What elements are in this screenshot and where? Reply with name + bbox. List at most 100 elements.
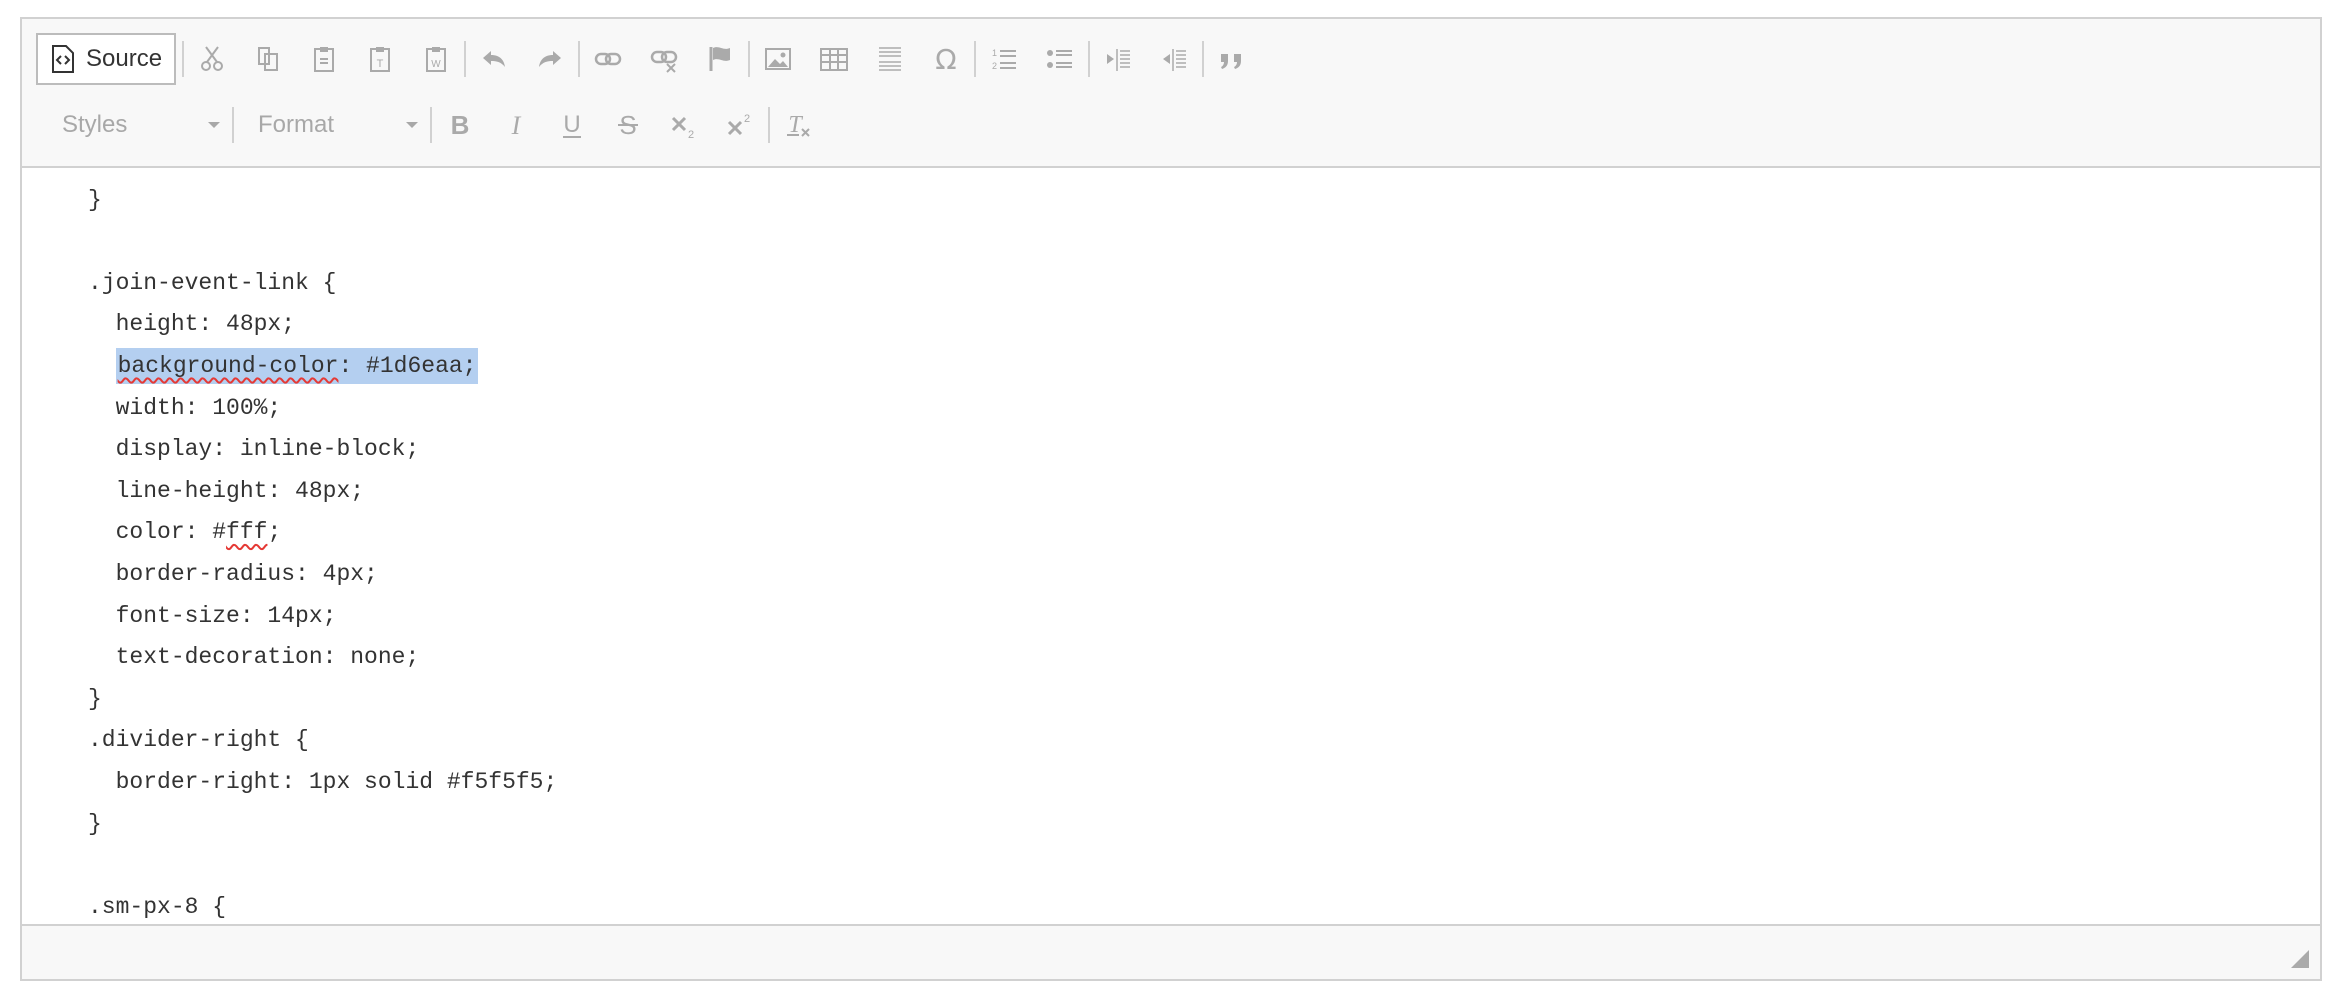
code-line: text-decoration: none; — [88, 644, 420, 671]
horizontal-line-icon — [879, 47, 902, 71]
source-editing-area[interactable]: text-decoration: none;} .join-event-link … — [22, 168, 2320, 928]
source-button[interactable]: Source — [36, 33, 177, 85]
image-button[interactable] — [750, 33, 806, 85]
code-line: text-decoration: none; — [88, 168, 2320, 180]
underline-icon: U — [563, 111, 581, 138]
paste-word-button[interactable]: W — [408, 33, 464, 85]
increase-indent-button[interactable] — [1146, 33, 1202, 85]
copy-button[interactable] — [240, 33, 296, 85]
source-code: text-decoration: none;} .join-event-link … — [22, 168, 2320, 928]
svg-text:2: 2 — [688, 129, 694, 140]
code-line: display: inline-block; — [88, 436, 420, 463]
bulleted-list-button[interactable] — [1032, 33, 1088, 85]
table-button[interactable] — [806, 33, 862, 85]
decrease-indent-button[interactable] — [1090, 33, 1146, 85]
misspelled-word[interactable]: fff — [226, 519, 267, 545]
italic-button[interactable]: I — [488, 99, 544, 151]
code-line: border-right: 1px solid #f5f5f5; — [88, 768, 558, 795]
subscript-icon: 2 — [671, 116, 694, 140]
link-icon — [594, 52, 622, 66]
svg-text:I: I — [511, 111, 522, 140]
image-icon — [765, 48, 792, 70]
increase-indent-icon — [1163, 49, 1187, 71]
unlink-button[interactable] — [636, 33, 692, 85]
cut-icon — [201, 46, 224, 71]
code-line: line-height: 48px; — [88, 477, 365, 504]
svg-text:B: B — [451, 110, 470, 140]
bold-button[interactable]: B — [432, 99, 488, 151]
blockquote-button[interactable] — [1204, 33, 1260, 85]
code-line: font-size: 14px; — [88, 602, 337, 629]
toolbar-row-2: Styles Format B I U S 2 2 T — [36, 99, 826, 151]
code-line: } — [88, 685, 102, 712]
remove-format-button[interactable]: T — [770, 99, 826, 151]
code-line: } — [88, 810, 102, 837]
anchor-button[interactable] — [692, 33, 748, 85]
subscript-button[interactable]: 2 — [656, 99, 712, 151]
link-button[interactable] — [580, 33, 636, 85]
misspelled-word[interactable]: background-color — [118, 353, 339, 379]
cut-button[interactable] — [184, 33, 240, 85]
remove-format-icon: T — [787, 112, 810, 138]
rich-text-editor: Source T W Ω 12 Styles Format B I U S 2 … — [20, 17, 2322, 981]
code-line: } — [88, 186, 102, 213]
toolbar-row-1: Source T W Ω 12 — [36, 33, 1260, 85]
bulleted-list-icon — [1047, 50, 1073, 68]
code-line: width: 100%; — [88, 394, 282, 421]
format-dropdown-label: Format — [258, 111, 335, 138]
special-char-button[interactable]: Ω — [918, 33, 974, 85]
source-button-label: Source — [86, 45, 163, 72]
copy-icon — [258, 47, 279, 71]
numbered-list-icon: 12 — [992, 48, 1017, 71]
svg-text:1: 1 — [992, 48, 997, 58]
superscript-icon: 2 — [727, 113, 750, 136]
superscript-button[interactable]: 2 — [712, 99, 768, 151]
omega-icon: Ω — [935, 44, 956, 74]
strike-button[interactable]: S — [600, 99, 656, 151]
styles-dropdown-label: Styles — [62, 111, 128, 138]
paste-text-button[interactable]: T — [352, 33, 408, 85]
format-dropdown[interactable]: Format — [234, 99, 430, 151]
strikethrough-icon: S — [618, 110, 638, 140]
code-line: background-color: #1d6eaa; — [88, 346, 2320, 388]
svg-text:U: U — [563, 111, 580, 138]
redo-button[interactable] — [522, 33, 578, 85]
decrease-indent-icon — [1107, 49, 1131, 71]
editor-toolbar: Source T W Ω 12 Styles Format B I U S 2 … — [22, 19, 2320, 168]
svg-text:2: 2 — [744, 113, 750, 125]
undo-icon — [483, 51, 506, 67]
italic-icon: I — [511, 111, 522, 140]
svg-text:2: 2 — [992, 61, 997, 71]
horizontal-line-button[interactable] — [862, 33, 918, 85]
flag-icon — [709, 47, 731, 71]
svg-text:Ω: Ω — [935, 44, 956, 74]
table-icon — [820, 48, 849, 71]
blockquote-icon — [1221, 54, 1242, 69]
paste-text-icon: T — [370, 47, 391, 72]
code-line: .divider-right { — [88, 727, 309, 754]
unlink-icon — [650, 50, 678, 73]
numbered-list-button[interactable]: 12 — [976, 33, 1032, 85]
undo-button[interactable] — [466, 33, 522, 85]
redo-icon — [539, 51, 562, 67]
resize-handle-icon[interactable] — [2290, 949, 2310, 969]
code-line: border-radius: 4px; — [88, 560, 378, 587]
source-icon — [52, 45, 74, 73]
paste-icon — [314, 47, 335, 72]
chevron-down-icon — [406, 122, 418, 128]
code-line: .sm-px-8 { — [88, 893, 227, 920]
editor-footer — [22, 924, 2320, 979]
svg-text:T: T — [377, 58, 384, 70]
paste-word-icon: W — [426, 47, 447, 72]
code-line: height: 48px; — [88, 311, 296, 338]
code-line: color: #fff; — [88, 519, 282, 546]
chevron-down-icon — [208, 122, 220, 128]
styles-dropdown[interactable]: Styles — [36, 99, 232, 151]
code-line: .join-event-link { — [88, 269, 337, 296]
svg-text:W: W — [431, 59, 441, 70]
underline-button[interactable]: U — [544, 99, 600, 151]
paste-button[interactable] — [296, 33, 352, 85]
bold-icon: B — [451, 110, 470, 140]
selected-text: background-color: #1d6eaa; — [115, 347, 479, 384]
